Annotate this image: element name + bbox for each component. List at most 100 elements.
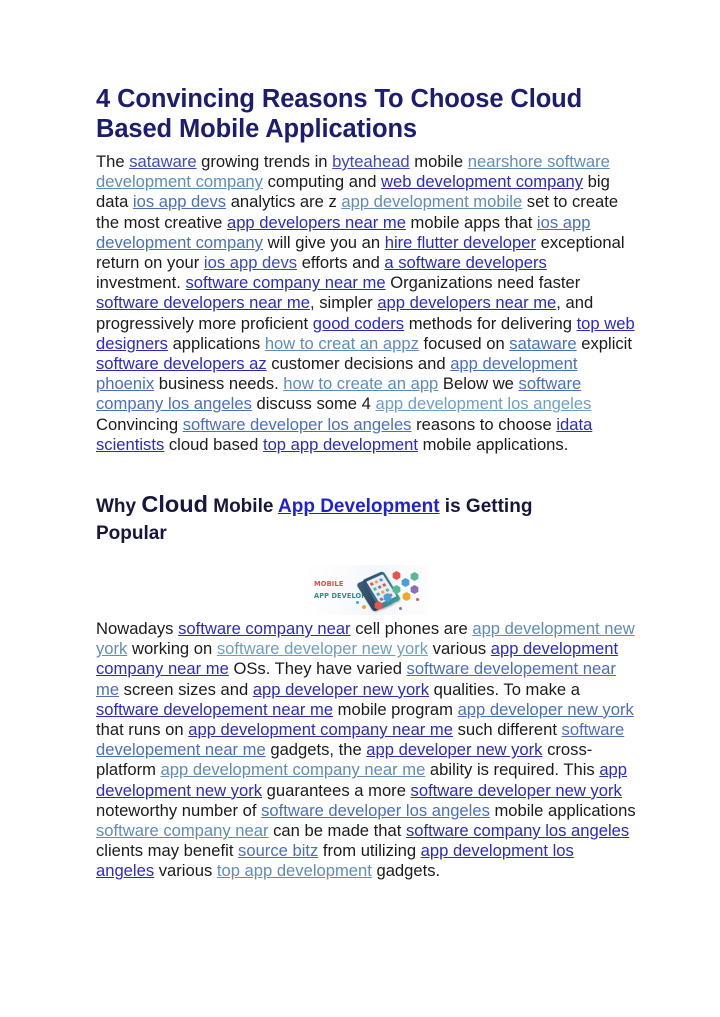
text-run: applications (167, 333, 265, 353)
app-tile (375, 592, 381, 597)
link-top-app-development-2[interactable]: top app development (217, 861, 372, 880)
text-run: qualities. To make a (429, 679, 580, 699)
link-software-company-near-me[interactable]: software company near me (185, 273, 385, 292)
text-run: growing trends in (196, 152, 333, 171)
app-tile (384, 588, 390, 593)
text-run: methods for delivering (404, 313, 577, 333)
text-run: cell phones are (350, 619, 473, 639)
link-source-bitz[interactable]: source bitz (238, 841, 318, 860)
link-software-developer-new-york-2[interactable]: software developer new york (411, 781, 622, 800)
link-software-company-near[interactable]: software company near (178, 619, 350, 638)
text-run: screen sizes and (119, 679, 253, 699)
text-run: various (428, 639, 491, 659)
app-tile (369, 582, 375, 587)
text-run: working on (127, 639, 217, 659)
link-app-developers-near-me-2[interactable]: app developers near me (377, 293, 556, 312)
link-app-development-heading[interactable]: App Development (278, 496, 440, 517)
link-app-development-company-near-me-2[interactable]: app development company near me (188, 720, 453, 739)
link-byteahead[interactable]: byteahead (332, 152, 410, 171)
link-web-development-company[interactable]: web development company (381, 172, 583, 191)
text-run: analytics are z (226, 192, 342, 212)
text-run: mobile program (333, 699, 458, 719)
text-run: OSs. They have varied (228, 659, 407, 679)
app-tile (377, 585, 382, 590)
app-tile (381, 583, 387, 588)
text-run: focused on (418, 333, 510, 353)
text-run: reasons to choose (411, 414, 557, 434)
hexagon-icon (402, 592, 411, 602)
page-title: 4 Convincing Reasons To Choose Cloud Bas… (96, 85, 583, 143)
dot-icon (356, 601, 359, 605)
text-run: customer decisions and (266, 354, 451, 374)
link-software-developers-near-me[interactable]: software developers near me (96, 293, 310, 312)
text-run: clients may benefit (96, 841, 239, 861)
heading-text-run: Why (96, 496, 142, 518)
link-software-developer-los-angeles-2[interactable]: software developer los angeles (261, 801, 490, 820)
body-paragraph: Nowadays software company near cell phon… (96, 619, 636, 882)
text-run: efforts and (297, 253, 385, 273)
link-software-company-near-2[interactable]: software company near (96, 821, 268, 840)
text-run: Organizations need faster (385, 273, 581, 293)
text-run: guarantees a more (262, 780, 411, 800)
heading-emphasis-cloud: Cloud (141, 491, 208, 518)
hexagon-icon (410, 585, 419, 595)
link-app-developer-new-york-3[interactable]: app developer new york (366, 740, 542, 759)
dot-icon (399, 607, 402, 611)
text-run: gadgets. (371, 861, 441, 881)
link-top-app-development[interactable]: top app development (263, 435, 418, 454)
text-run: ability is required. This (425, 760, 600, 780)
link-app-developer-new-york-2[interactable]: app developer new york (458, 700, 634, 719)
text-run: mobile apps that (405, 212, 537, 232)
text-run: The (96, 152, 130, 171)
hexagon-icon (410, 572, 419, 582)
link-hire-flutter-developer[interactable]: hire flutter developer (385, 233, 536, 252)
text-run: such different (453, 720, 562, 740)
link-how-to-creat-an-appz[interactable]: how to creat an appz (265, 334, 419, 353)
text-run: computing and (262, 172, 382, 192)
link-how-to-create-an-app[interactable]: how to create an app (283, 374, 438, 393)
heading-text-run: Mobile (207, 496, 278, 518)
link-app-developer-new-york[interactable]: app developer new york (253, 680, 429, 699)
link-sataware-2[interactable]: sataware (509, 334, 576, 353)
hexagon-icon (401, 578, 410, 588)
text-run: investment. (96, 273, 186, 293)
text-run: mobile applications. (417, 434, 569, 454)
text-run: business needs. (154, 374, 284, 394)
link-ios-app-devs-2[interactable]: ios app devs (204, 253, 297, 272)
hexagon-icon (392, 571, 401, 581)
link-software-developer-los-angeles[interactable]: software developer los angeles (183, 415, 412, 434)
text-run: , simpler (310, 293, 378, 313)
section-heading: Why Cloud Mobile App Development is Gett… (96, 491, 596, 547)
text-run: cloud based (164, 434, 263, 454)
text-run: explicit (576, 333, 632, 353)
document-page: 4 Convincing Reasons To Choose Cloud Bas… (0, 0, 720, 1017)
text-run: that runs on (96, 720, 189, 740)
link-software-company-los-angeles-2[interactable]: software company los angeles (406, 821, 629, 840)
text-run: gadgets, the (265, 740, 367, 760)
link-software-developers-az[interactable]: software developers az (96, 354, 267, 373)
link-app-development-company-near-me-3[interactable]: app development company near me (161, 760, 426, 779)
link-software-developer-new-york[interactable]: software developer new york (217, 639, 428, 658)
figure-container: MOBILE APP DEVELOPMENT (96, 565, 636, 616)
link-app-developers-near-me[interactable]: app developers near me (227, 213, 406, 232)
dot-icon (416, 598, 419, 602)
link-app-development-mobile[interactable]: app development mobile (341, 192, 522, 211)
link-sataware[interactable]: sataware (129, 152, 196, 171)
mobile-app-development-banner-image: MOBILE APP DEVELOPMENT (304, 565, 428, 616)
link-a-software-developers[interactable]: a software developers (384, 253, 546, 272)
dot-icon (362, 605, 366, 610)
article-content: 4 Convincing Reasons To Choose Cloud Bas… (96, 84, 636, 882)
app-tile (378, 578, 384, 583)
text-run: from utilizing (318, 841, 421, 861)
app-tile (373, 580, 379, 585)
app-tile (372, 587, 378, 592)
link-good-coders[interactable]: good coders (313, 314, 404, 333)
link-software-developement-near-me-2[interactable]: software developement near me (96, 700, 333, 719)
link-app-development-los-angeles[interactable]: app development los angeles (375, 394, 591, 413)
text-run: Nowadays (96, 619, 179, 639)
text-run: Convincing (96, 414, 183, 434)
text-run: mobile applications (489, 800, 636, 820)
text-run: noteworthy number of (96, 800, 262, 820)
link-ios-app-devs[interactable]: ios app devs (133, 192, 226, 211)
